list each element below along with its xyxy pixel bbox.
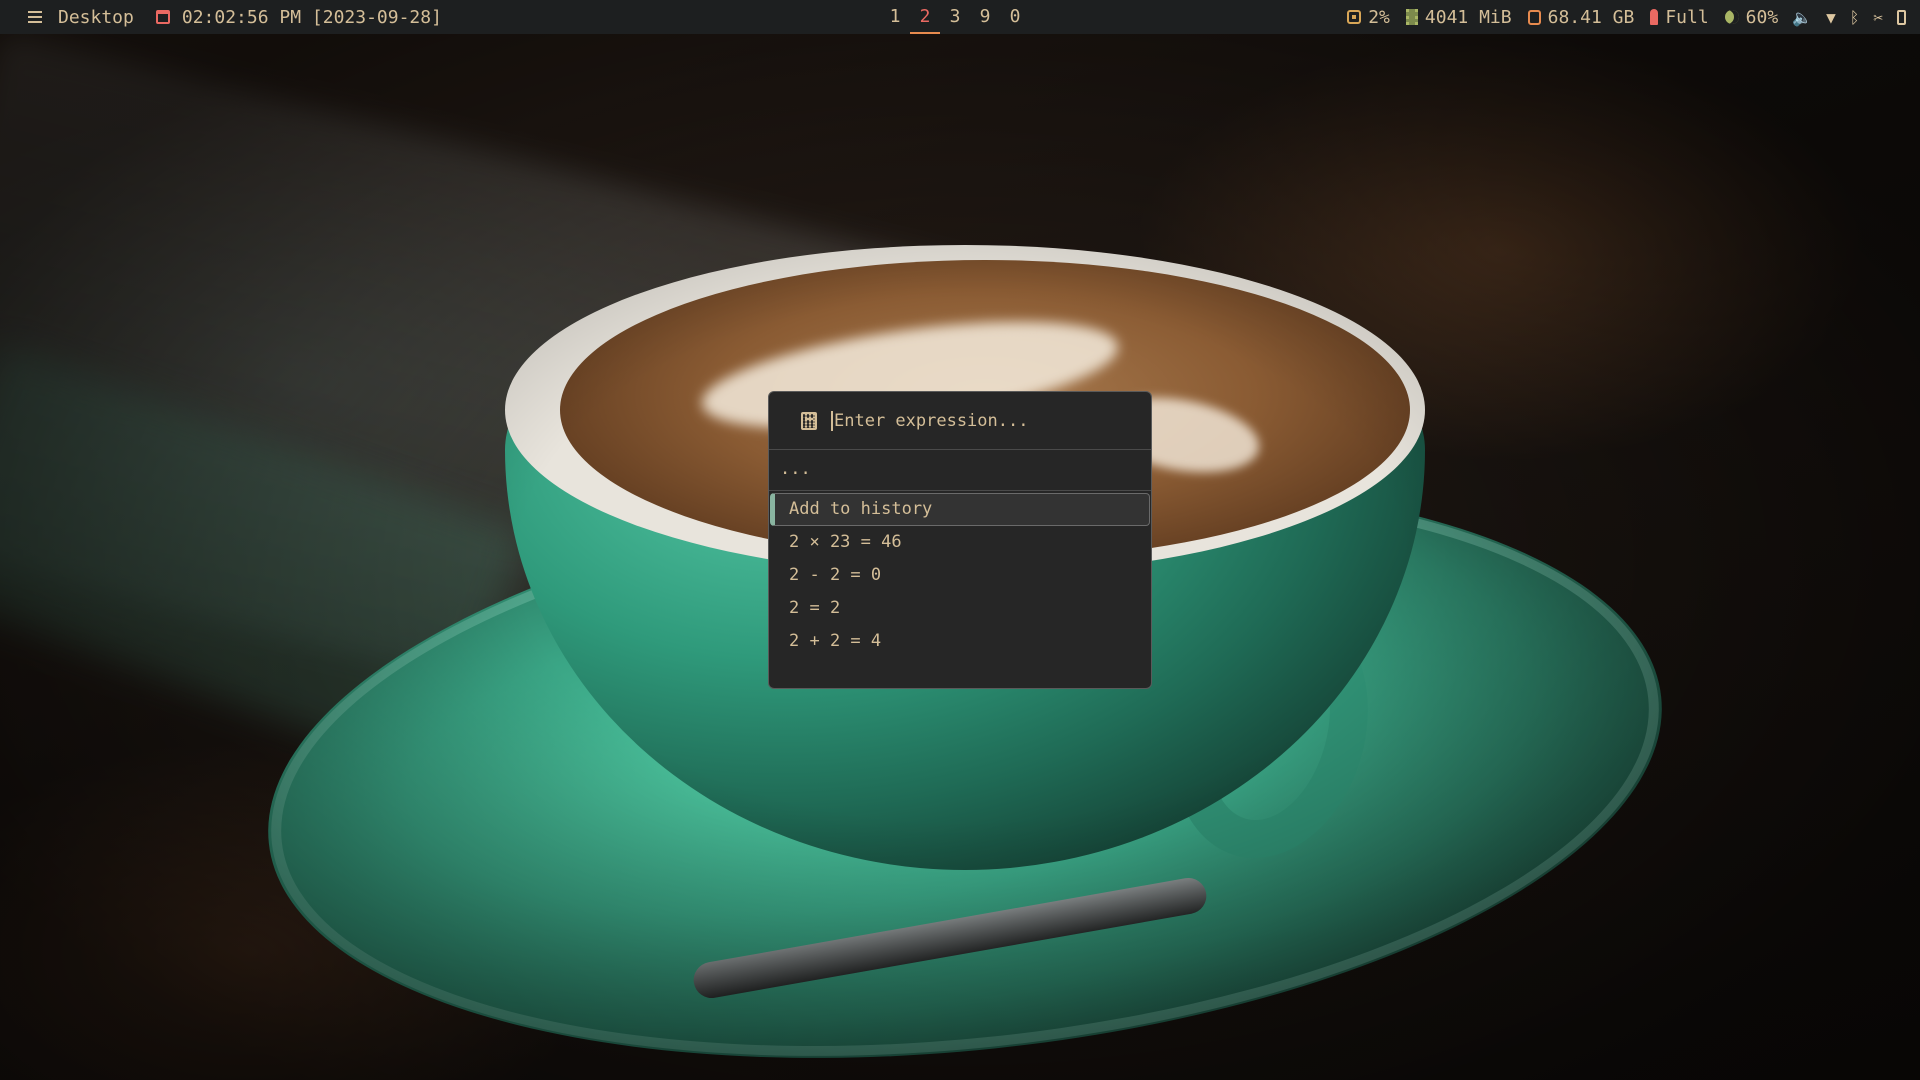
status-bar: Desktop 02:02:56 PM [2023-09-28] 1 2 3 9… [0,0,1920,34]
brightness-icon [1724,10,1739,24]
memory-icon [1405,9,1418,25]
calendar-icon [155,10,170,24]
brightness-module[interactable]: 60% [1724,6,1779,28]
history-item[interactable]: 2 + 2 = 4 [769,625,1151,658]
cpu-module[interactable]: 2% [1347,7,1390,28]
battery-status: Full [1665,6,1709,28]
bluetooth-icon[interactable]: ᛒ [1850,8,1860,27]
phone-icon[interactable] [1897,9,1906,25]
calculator-icon [801,411,817,430]
disk-icon [1527,9,1541,25]
hamburger-menu-icon[interactable] [28,11,42,23]
desktop-label[interactable]: Desktop [58,7,134,28]
clock[interactable]: 02:02:56 PM [2023-09-28] [182,7,442,28]
expression-input-row [769,392,1151,450]
history-list: Add to history 2 × 23 = 46 2 - 2 = 0 2 =… [769,491,1151,658]
workspace-1[interactable]: 1 [880,0,910,34]
cpu-icon [1347,10,1362,24]
tools-icon[interactable]: ✂ [1873,8,1883,27]
memory-usage: 4041 MiB [1424,6,1512,28]
cpu-usage: 2% [1368,6,1390,28]
volume-icon[interactable]: 🔈 [1792,8,1812,27]
wifi-icon[interactable]: ▼ [1826,8,1836,27]
result-preview: ... [769,450,1151,491]
text-cursor [831,410,833,431]
workspace-2[interactable]: 2 [910,0,940,34]
workspace-9[interactable]: 9 [970,0,1000,34]
add-to-history-item[interactable]: Add to history [770,493,1150,526]
workspace-0[interactable]: 0 [1000,0,1030,34]
status-bar-left: Desktop 02:02:56 PM [2023-09-28] [28,0,442,34]
calculator-launcher: ... Add to history 2 × 23 = 46 2 - 2 = 0… [768,391,1152,689]
history-item[interactable]: 2 × 23 = 46 [769,526,1151,559]
expression-input[interactable] [834,410,1124,431]
battery-module[interactable]: Full [1650,6,1709,28]
workspace-switcher: 1 2 3 9 0 [880,0,1030,34]
history-item[interactable]: 2 = 2 [769,592,1151,625]
disk-free: 68.41 GB [1547,6,1635,28]
workspace-3[interactable]: 3 [940,0,970,34]
disk-module[interactable]: 68.41 GB [1527,6,1635,28]
battery-icon [1650,9,1659,25]
brightness-level: 60% [1745,6,1779,28]
memory-module[interactable]: 4041 MiB [1405,6,1512,28]
status-bar-right: 2% 4041 MiB 68.41 GB Full 60% 🔈 ▼ ᛒ ✂ [1331,0,1906,34]
history-item[interactable]: 2 - 2 = 0 [769,559,1151,592]
